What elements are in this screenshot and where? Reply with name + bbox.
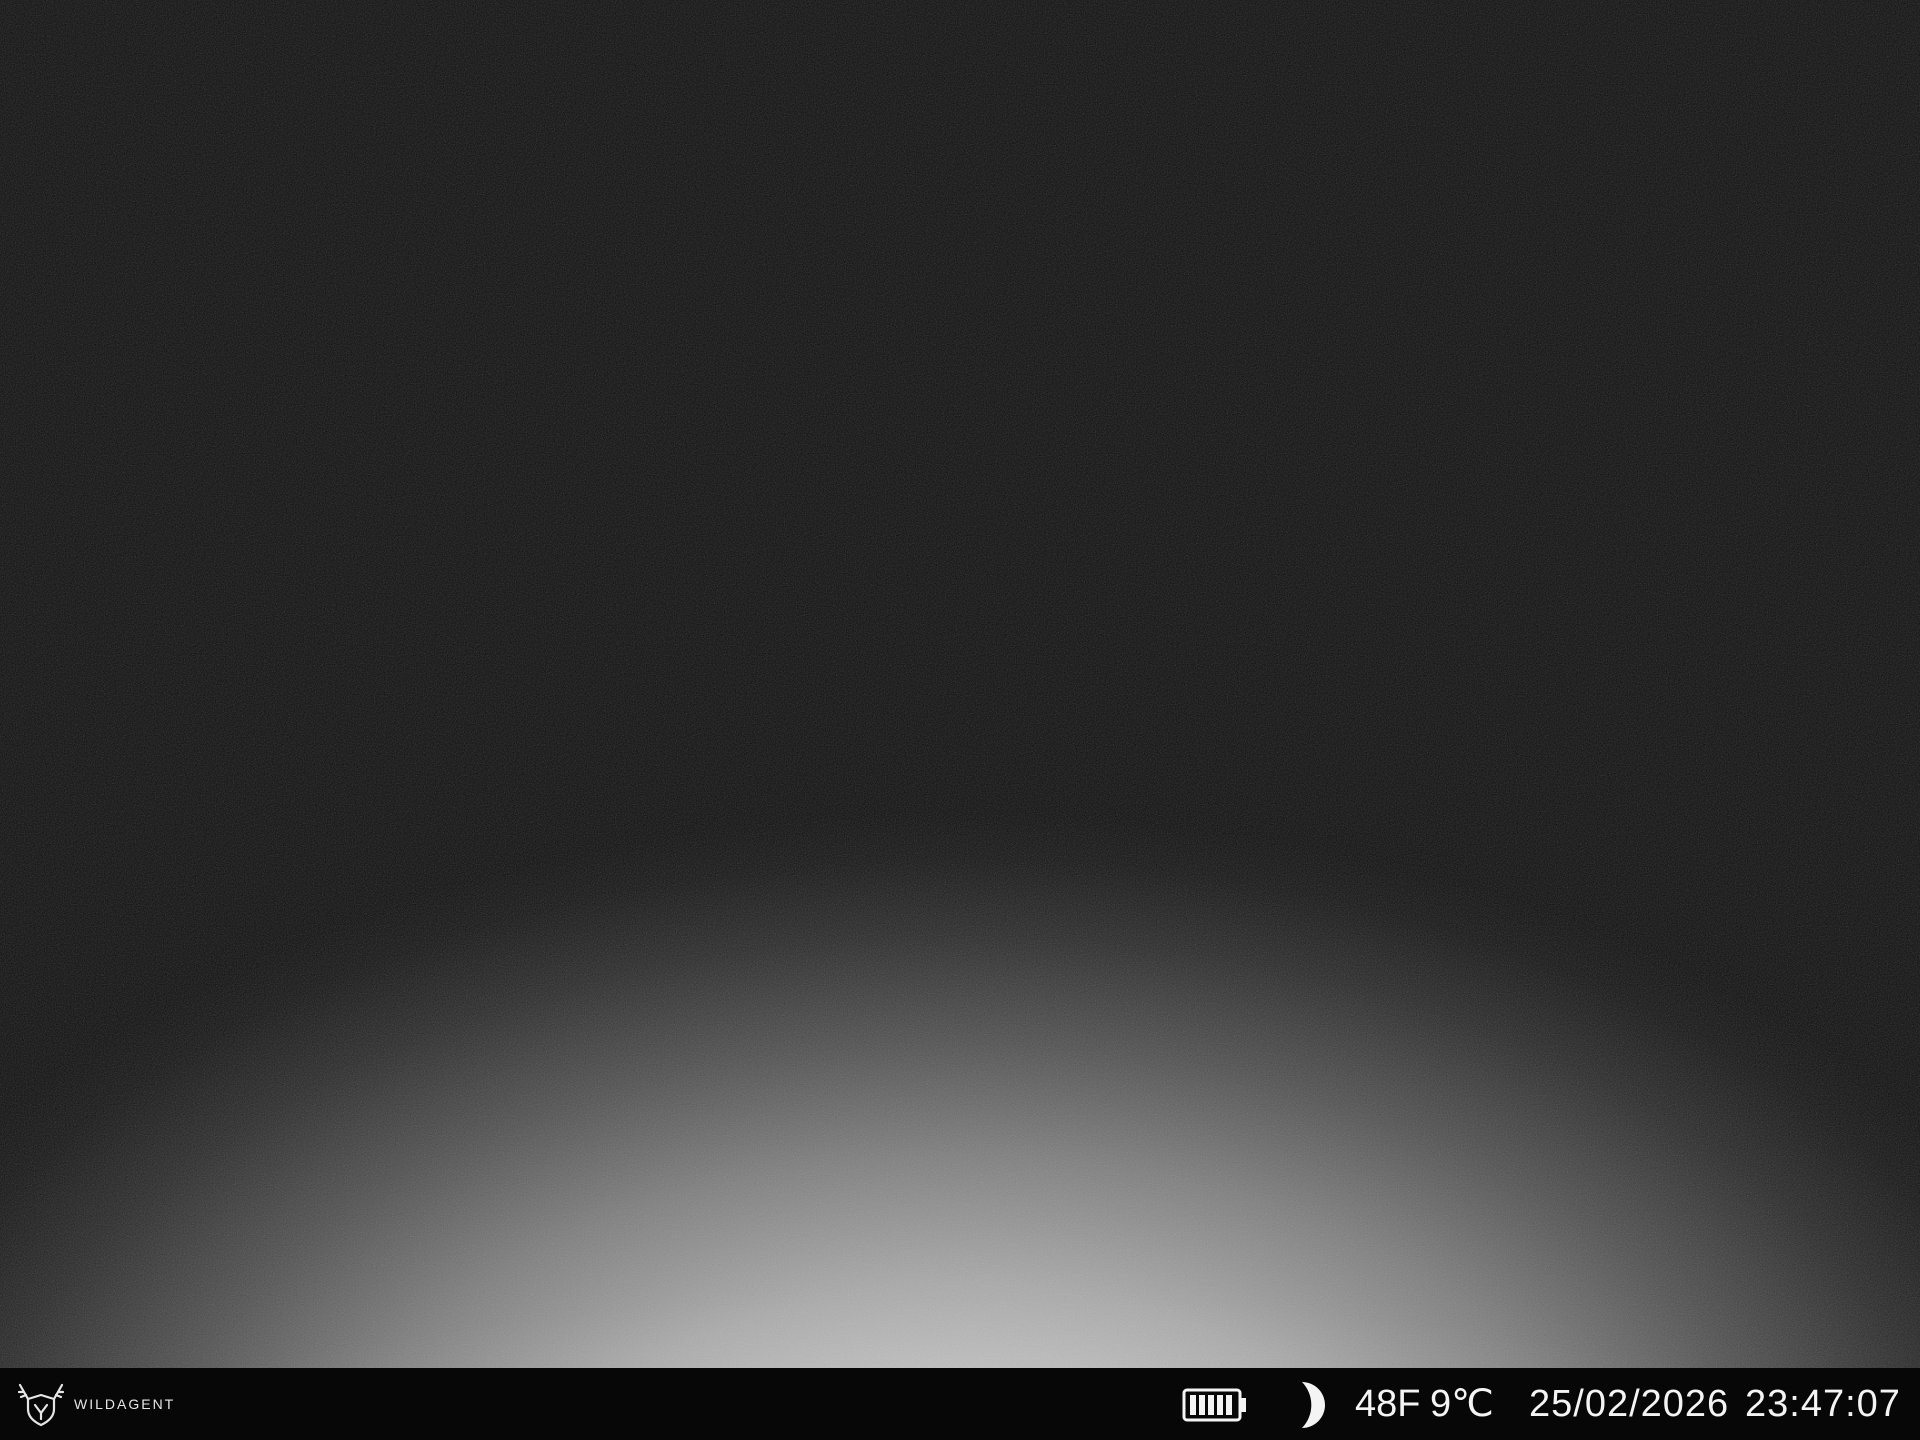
- night-scene-image: [0, 0, 1920, 1368]
- temperature-celsius: 9℃: [1430, 1383, 1494, 1425]
- deer-antler-shield-icon: [17, 1383, 65, 1427]
- temperature-fahrenheit: 48F: [1355, 1383, 1421, 1425]
- capture-date: 25/02/2026: [1529, 1383, 1730, 1425]
- camera-info-bar: WILDAGENT 48F 9℃ 25/02/2026 23:47:07: [0, 1368, 1920, 1440]
- moon-phase-icon: [1302, 1382, 1325, 1428]
- brand-logo: WILDAGENT: [16, 1381, 175, 1427]
- sensor-noise: [0, 0, 1920, 1368]
- brand-name: WILDAGENT: [74, 1396, 176, 1412]
- battery-full-icon: [1182, 1388, 1246, 1422]
- capture-time: 23:47:07: [1745, 1383, 1901, 1425]
- trail-camera-frame: WILDAGENT 48F 9℃ 25/02/2026 23:47:07: [0, 0, 1920, 1440]
